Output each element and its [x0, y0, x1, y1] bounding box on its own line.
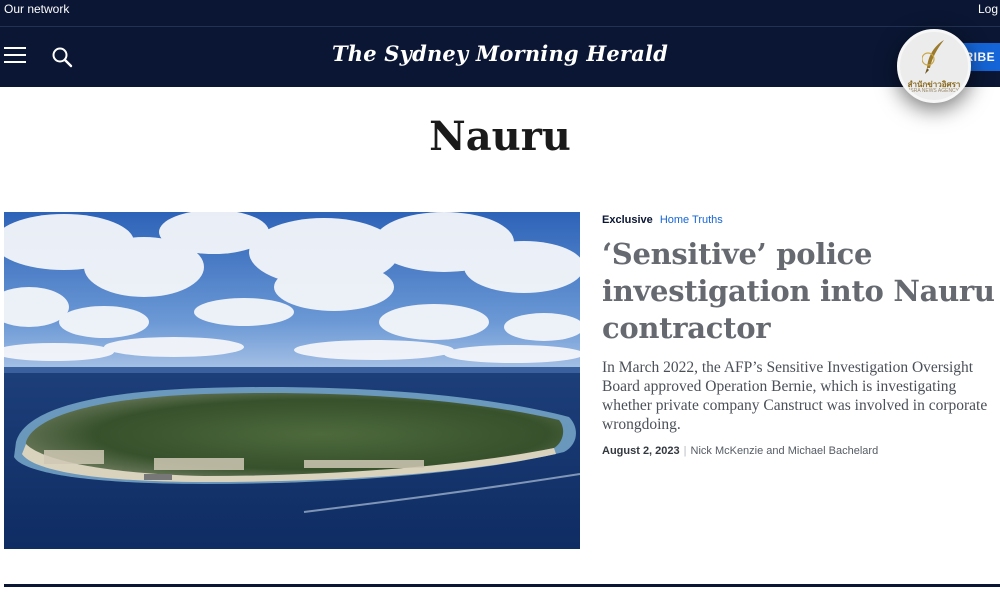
exclusive-label: Exclusive: [602, 214, 653, 226]
article-date: August 2, 2023: [602, 445, 680, 457]
article-summary: In March 2022, the AFP’s Sensitive Inves…: [602, 359, 988, 433]
masthead-logo[interactable]: The Sydney Morning Herald: [332, 41, 668, 66]
isra-news-watermark: สำนักข่าวอิศรา ISRA NEWS AGENCY: [897, 29, 971, 103]
article-headline[interactable]: ‘Sensitive’ police investigation into Na…: [602, 236, 998, 347]
featured-article: Exclusive Home Truths ‘Sensitive’ police…: [602, 212, 998, 457]
section-divider: [4, 584, 1000, 587]
article-authors: Nick McKenzie and Michael Bachelard: [690, 445, 879, 457]
quill-pen-icon: [922, 40, 944, 74]
article-tags: Exclusive Home Truths: [602, 214, 998, 226]
our-network-link[interactable]: Our network: [4, 2, 69, 16]
article-meta: August 2, 2023 | Nick McKenzie and Michael…: [602, 445, 998, 457]
hamburger-icon: [4, 47, 26, 49]
article-hero-image[interactable]: [4, 212, 580, 549]
meta-separator: |: [683, 445, 687, 457]
nauru-aerial-photo: [4, 212, 580, 549]
watermark-sublabel: ISRA NEWS AGENCY: [908, 88, 959, 94]
top-network-bar: Our network Log i: [0, 0, 1000, 27]
hamburger-icon-line: [4, 54, 26, 56]
site-header: The Sydney Morning Herald SUBSCRIBE: [0, 27, 1000, 87]
search-button[interactable]: [50, 45, 74, 69]
hamburger-icon-line: [4, 61, 26, 63]
search-icon: [52, 47, 73, 68]
login-link[interactable]: Log i: [978, 2, 1000, 16]
masthead-logo-wrap: The Sydney Morning Herald: [0, 41, 1000, 66]
page-title: Nauru: [429, 113, 571, 160]
series-link[interactable]: Home Truths: [660, 214, 723, 226]
menu-button[interactable]: [4, 47, 26, 65]
